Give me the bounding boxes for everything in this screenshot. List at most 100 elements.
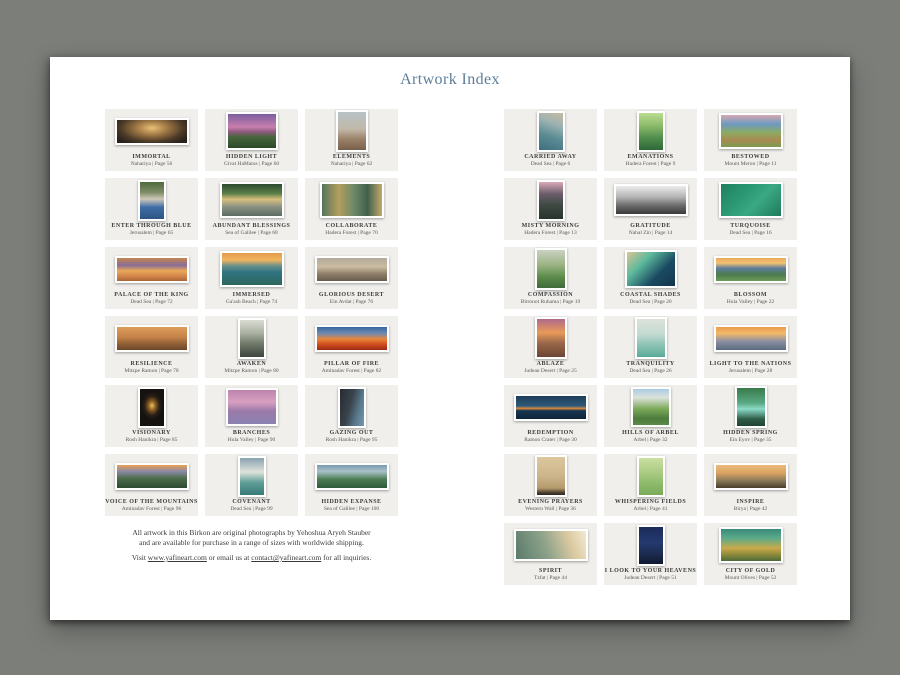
thumbnail-frame xyxy=(205,178,298,223)
artwork-thumbnail xyxy=(238,318,266,359)
artwork-thumbnail xyxy=(226,112,278,150)
thumbnail-frame xyxy=(105,178,198,223)
thumbnail-frame xyxy=(105,385,198,430)
artwork-thumbnail xyxy=(637,525,665,566)
website-link[interactable]: www.yafineart.com xyxy=(148,553,207,562)
thumbnail-frame xyxy=(105,109,198,154)
artwork-subtitle: Mitzpe Ramon | Page 80 xyxy=(224,368,278,375)
artwork-thumbnail xyxy=(338,387,366,428)
thumbnail-frame xyxy=(604,109,697,154)
artwork-entry: HILLS OF ARBEL Arbel | Page 32 xyxy=(604,385,697,447)
artwork-entry: RESILIENCE Mitzpe Ramon | Page 78 xyxy=(105,316,198,378)
artwork-subtitle: Aminadav Forest | Page 96 xyxy=(122,506,181,513)
artwork-thumbnail xyxy=(138,180,166,221)
artwork-entry: BRANCHES Hula Valley | Page 90 xyxy=(205,385,298,447)
artwork-thumbnail xyxy=(631,387,671,427)
artwork-title: COASTAL SHADES xyxy=(620,292,681,299)
artwork-thumbnail xyxy=(226,388,278,426)
artwork-subtitle: Nahal Zin | Page 14 xyxy=(629,230,673,237)
thumbnail-frame xyxy=(504,316,597,361)
artwork-title: BESTOWED xyxy=(731,154,769,161)
artwork-title: MISTY MORNING xyxy=(522,223,580,230)
artwork-subtitle: Ramon Crater | Page 30 xyxy=(524,437,576,444)
thumbnail-frame xyxy=(704,178,797,223)
artwork-entry: PILLAR OF FIRE Aminadav Forest | Page 82 xyxy=(305,316,398,378)
artwork-title: TRANQUILITY xyxy=(626,361,675,368)
thumbnail-frame xyxy=(604,316,697,361)
thumbnail-frame xyxy=(604,454,697,499)
artwork-subtitle: Aminadav Forest | Page 82 xyxy=(322,368,381,375)
artwork-entry: ENTER THROUGH BLUE Jerusalem | Page 65 xyxy=(105,178,198,240)
thumbnail-frame xyxy=(704,385,797,430)
artwork-thumbnail xyxy=(614,184,688,216)
artwork-thumbnail xyxy=(514,394,588,421)
thumbnail-frame xyxy=(604,385,697,430)
artwork-title: ABLAZE xyxy=(537,361,565,368)
artwork-subtitle: Ga'ash Beach | Page 74 xyxy=(226,299,277,306)
thumbnail-frame xyxy=(604,247,697,292)
artwork-subtitle: Jerusalem | Page 65 xyxy=(130,230,173,237)
thumbnail-frame xyxy=(305,385,398,430)
thumbnail-frame xyxy=(305,316,398,361)
artwork-thumbnail xyxy=(535,248,567,290)
artwork-title: SPIRIT xyxy=(539,568,562,575)
footer-note: All artwork in this Birkon are original … xyxy=(105,528,398,563)
artwork-entry: ABLAZE Judean Desert | Page 25 xyxy=(504,316,597,378)
artwork-thumbnail xyxy=(625,250,677,288)
artwork-entry: IMMERSED Ga'ash Beach | Page 74 xyxy=(205,247,298,309)
artwork-thumbnail xyxy=(719,182,783,218)
artwork-thumbnail xyxy=(320,182,384,218)
artwork-entry: TRANQUILITY Dead Sea | Page 26 xyxy=(604,316,697,378)
artwork-thumbnail xyxy=(535,317,567,359)
thumbnail-frame xyxy=(305,178,398,223)
artwork-entry: I LOOK TO YOUR HEAVENS Judean Desert | P… xyxy=(604,523,697,585)
artwork-entry: MISTY MORNING Hadera Forest | Page 13 xyxy=(504,178,597,240)
artwork-title: I LOOK TO YOUR HEAVENS xyxy=(605,568,696,575)
artwork-thumbnail xyxy=(637,456,665,497)
artwork-entry: HIDDEN SPRING Ein Eyov | Page 35 xyxy=(704,385,797,447)
email-link[interactable]: contact@yafineart.com xyxy=(251,553,321,562)
artwork-thumbnail xyxy=(635,317,667,359)
artwork-thumbnail xyxy=(238,456,266,497)
artwork-subtitle: Arbel | Page 41 xyxy=(634,506,668,513)
artwork-entry: LIGHT TO THE NATIONS Jerusalem | Page 28 xyxy=(704,316,797,378)
artwork-subtitle: Western Wall | Page 36 xyxy=(525,506,576,513)
artwork-subtitle: Hula Valley | Page 22 xyxy=(727,299,774,306)
artwork-title: VISIONARY xyxy=(132,430,171,437)
artwork-subtitle: Dead Sea | Page 16 xyxy=(729,230,771,237)
thumbnail-frame xyxy=(205,454,298,499)
artwork-entry: WHISPERING FIELDS Arbel | Page 41 xyxy=(604,454,697,516)
artwork-thumbnail xyxy=(535,455,567,497)
artwork-thumbnail xyxy=(537,111,565,152)
artwork-title: TURQUOISE xyxy=(730,223,771,230)
artwork-subtitle: Ein Eyov | Page 35 xyxy=(729,437,771,444)
artwork-entry: BLOSSOM Hula Valley | Page 22 xyxy=(704,247,797,309)
thumbnail-frame xyxy=(504,523,597,568)
artwork-title: WHISPERING FIELDS xyxy=(615,499,686,506)
artwork-subtitle: Mitzpe Ramon | Page 78 xyxy=(124,368,178,375)
artwork-entry: BESTOWED Mount Meron | Page 11 xyxy=(704,109,797,171)
artwork-subtitle: Mount Olives | Page 52 xyxy=(725,575,777,582)
page-title: Artwork Index xyxy=(50,71,850,89)
thumbnail-frame xyxy=(504,178,597,223)
thumbnail-frame xyxy=(105,316,198,361)
artwork-entry: AWAKEN Mitzpe Ramon | Page 80 xyxy=(205,316,298,378)
artwork-title: ENTER THROUGH BLUE xyxy=(111,223,191,230)
thumbnail-frame xyxy=(504,385,597,430)
artwork-title: GLORIOUS DESERT xyxy=(319,292,384,299)
artwork-title: VOICE OF THE MOUNTAINS xyxy=(105,499,198,506)
artwork-thumbnail xyxy=(714,325,788,352)
artwork-subtitle: Hadera Forest | Page 9 xyxy=(626,161,676,168)
thumbnail-frame xyxy=(504,109,597,154)
artwork-entry: TURQUOISE Dead Sea | Page 16 xyxy=(704,178,797,240)
artwork-subtitle: Sea of Galilee | Page 100 xyxy=(324,506,379,513)
thumbnail-frame xyxy=(704,523,797,568)
artwork-subtitle: Judean Desert | Page 51 xyxy=(624,575,676,582)
artwork-thumbnail xyxy=(537,180,565,221)
artwork-subtitle: Judean Desert | Page 25 xyxy=(524,368,576,375)
artwork-title: HIDDEN SPRING xyxy=(723,430,778,437)
artwork-subtitle: Nahariya | Page 56 xyxy=(131,161,173,168)
artwork-subtitle: Dead Sea | Page 6 xyxy=(531,161,571,168)
artwork-thumbnail xyxy=(115,325,189,352)
thumbnail-frame xyxy=(604,523,697,568)
